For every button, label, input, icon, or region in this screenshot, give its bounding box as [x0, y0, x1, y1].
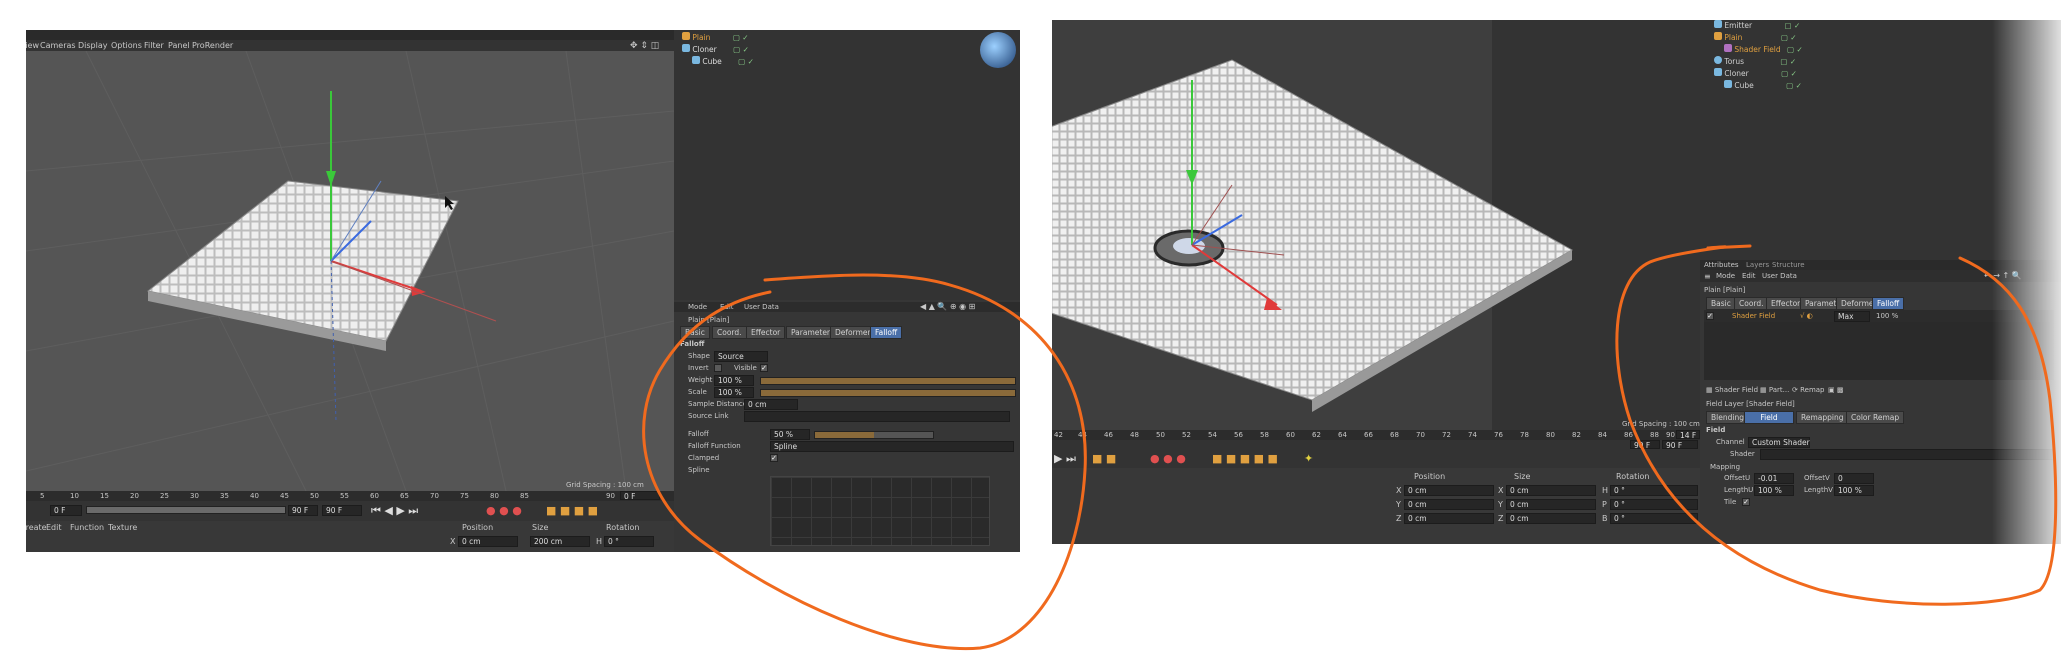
annotation-tail — [1706, 244, 1752, 250]
annotation-loop-left — [642, 273, 1087, 651]
annotation-overlay — [642, 244, 2058, 651]
annotation-loop-right — [1615, 245, 2058, 606]
